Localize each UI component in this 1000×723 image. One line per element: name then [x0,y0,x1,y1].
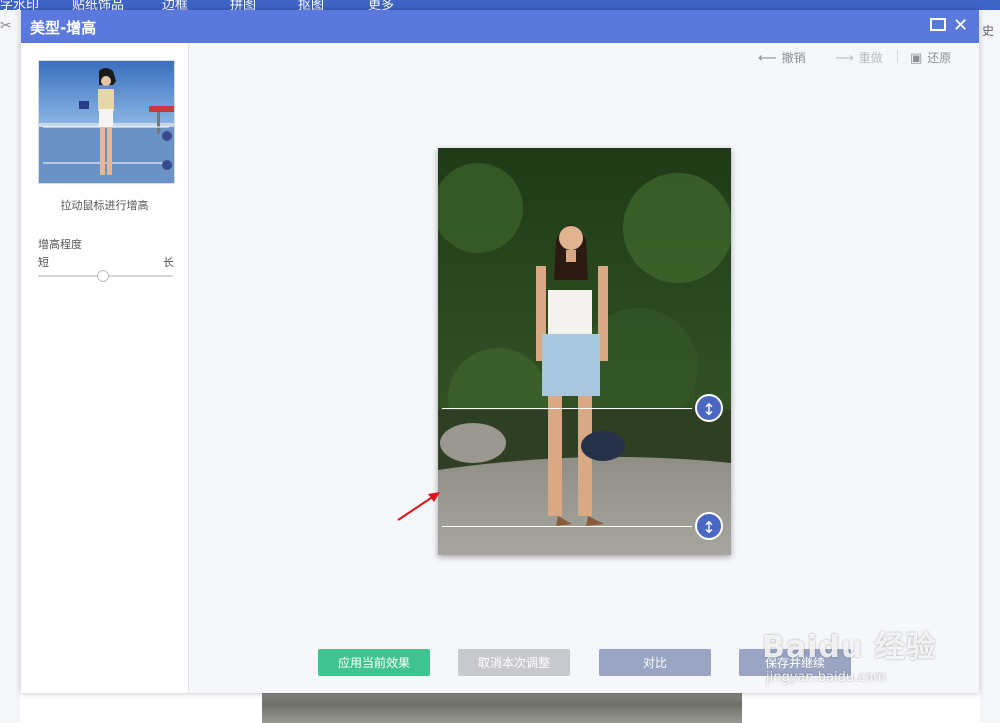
menu-item-stickers[interactable]: 贴纸饰品 [72,0,124,10]
upper-drag-handle[interactable]: ↕ [695,394,723,422]
scissors-icon: ✂ [0,18,12,34]
menu-item-collage[interactable]: 拼图 [230,0,256,10]
menu-item-watermark[interactable]: 字水印 [0,0,39,10]
example-thumbnail [38,60,175,184]
vertical-resize-icon: ↕ [702,400,716,419]
compare-button[interactable]: 对比 [599,649,711,676]
background-left-area [0,10,20,723]
red-arrow-annotation [397,492,440,521]
degree-slider-thumb[interactable] [96,270,109,282]
background-photo [262,692,742,723]
lower-drag-handle[interactable]: ↕ [695,512,723,540]
menu-item-cutout[interactable]: 抠图 [298,0,324,10]
left-panel: 拉动鼠标进行增高 增高程度 短 长 [21,43,189,693]
restore-button[interactable]: ▣ 还原 [910,49,951,66]
image-icon: ▣ [910,51,923,66]
undo-button[interactable]: ⟵ 撤销 [758,49,806,66]
cancel-adjust-button[interactable]: 取消本次调整 [458,649,570,676]
slider-max-label: 长 [163,256,174,269]
toolbar-separator [897,50,898,63]
undo-icon: ⟵ [758,51,777,66]
slider-min-label: 短 [38,256,49,269]
maximize-icon[interactable] [930,15,946,37]
redo-icon: ⟶ [835,51,854,66]
undo-label: 撤销 [781,51,806,65]
photo-canvas[interactable]: ↕ ↕ [438,148,731,555]
height-increase-dialog: 美型-增高 ✕ 拉动鼠标进行增高 增高程度 短 长 ⟵ 撤销 ⟶ 重做 ▣ 还原… [21,10,979,693]
apply-effect-button[interactable]: 应用当前效果 [318,649,430,676]
background-menubar: 字水印 贴纸饰品 边框 拼图 抠图 更多 [0,0,1000,10]
baidu-watermark: Baidu 经验 jingyan.baidu.com [762,614,972,704]
drag-hint-text: 拉动鼠标进行增高 [60,199,149,212]
watermark-url: jingyan.baidu.com [766,670,886,685]
vertical-resize-icon: ↕ [702,518,716,537]
upper-guide-line [442,408,692,409]
watermark-brand: Baidu 经验 [762,630,937,665]
dialog-header: 美型-增高 ✕ [21,10,979,43]
restore-label: 还原 [927,51,952,65]
redo-button[interactable]: ⟶ 重做 [835,49,883,66]
menu-item-more[interactable]: 更多 [368,0,394,10]
lower-guide-line [442,526,692,527]
dialog-title: 美型-增高 [30,19,97,37]
background-history-label: 史 [981,24,994,38]
menu-item-border[interactable]: 边框 [162,0,188,10]
close-icon[interactable]: ✕ [953,15,968,37]
degree-label: 增高程度 [38,238,82,251]
redo-label: 重做 [858,51,883,65]
background-right-area [980,10,1000,723]
